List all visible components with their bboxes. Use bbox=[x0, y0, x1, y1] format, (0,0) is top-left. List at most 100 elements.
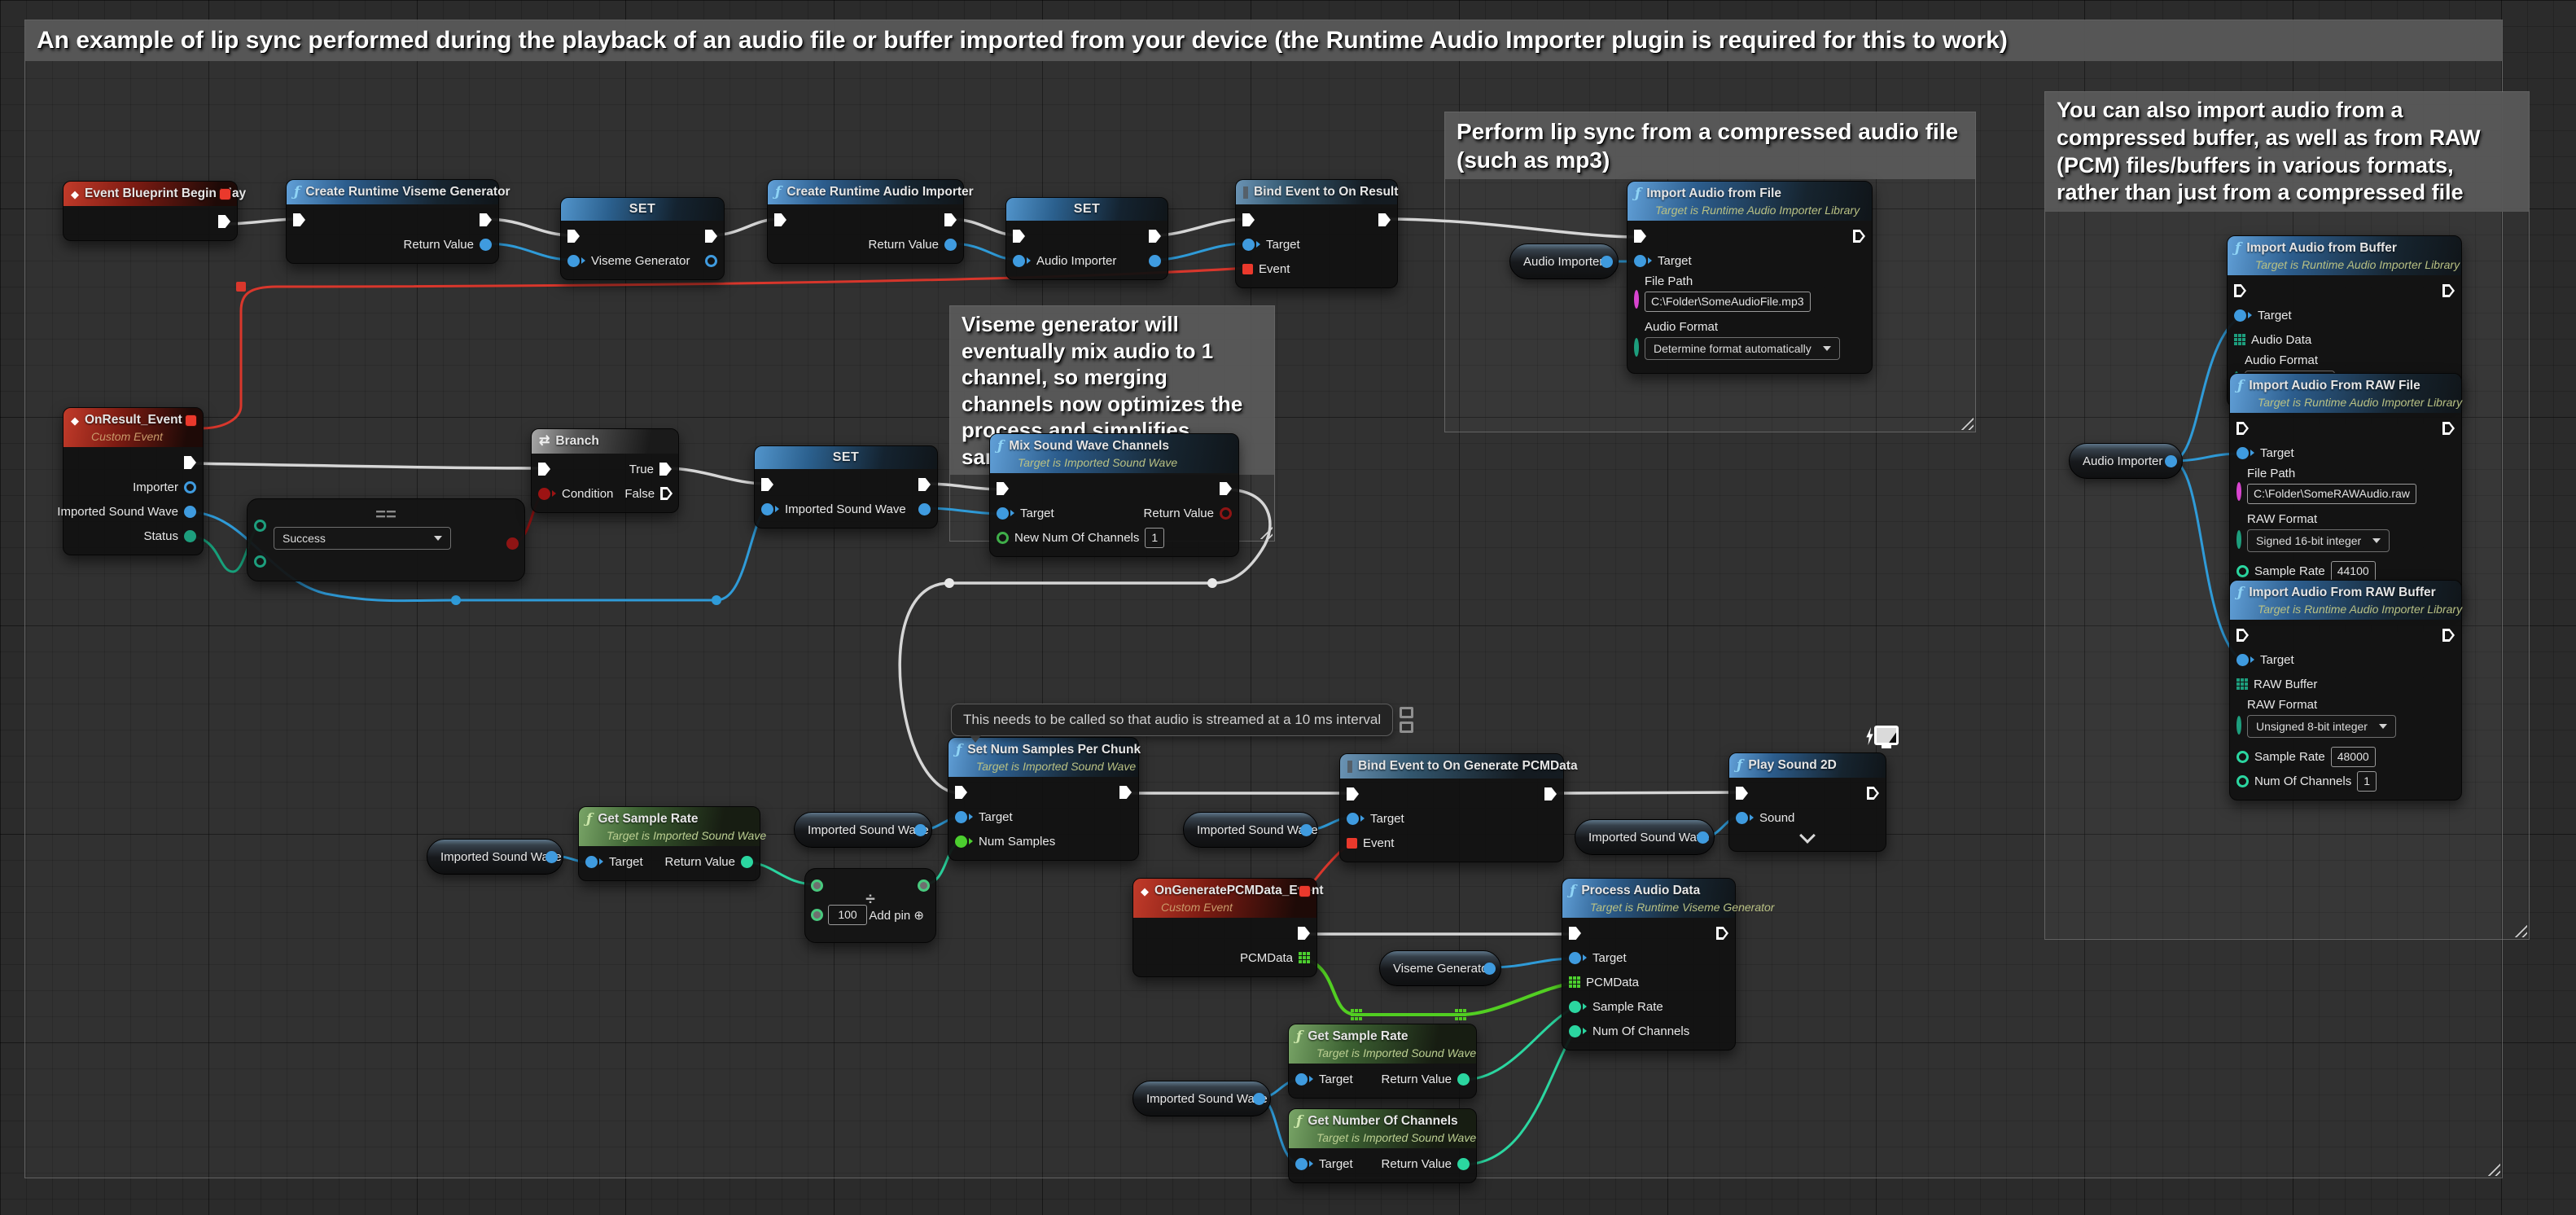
pin-exec-pin[interactable] bbox=[538, 463, 550, 476]
delegate-pin[interactable] bbox=[186, 415, 196, 426]
node-header-import-audio-from-file[interactable]: ƒImport Audio from FileTarget is Runtime… bbox=[1628, 182, 1872, 221]
sample-rate-pin[interactable] bbox=[2236, 565, 2249, 577]
out-exec-pin[interactable] bbox=[1119, 786, 1132, 799]
event-pin[interactable] bbox=[1242, 264, 1253, 274]
raw-buffer-pin[interactable] bbox=[2236, 678, 2248, 690]
new-num-of-channels-value-box[interactable]: 1 bbox=[1145, 528, 1164, 548]
node-import-audio-from-file[interactable]: ƒImport Audio from FileTarget is Runtime… bbox=[1627, 181, 1873, 374]
audio-importer-pin[interactable] bbox=[1013, 255, 1025, 267]
file-path-textbox[interactable]: C:\Folder\SomeAudioFile.mp3 bbox=[1645, 292, 1811, 312]
node-header-set-viseme-generator[interactable]: SET bbox=[561, 198, 724, 221]
divide-input-pin-2[interactable] bbox=[811, 909, 823, 921]
target-pin[interactable] bbox=[997, 507, 1009, 520]
node-create-runtime-audio-importer[interactable]: ƒCreate Runtime Audio ImporterReturn Val… bbox=[767, 179, 964, 264]
equal-input-pin-2[interactable] bbox=[254, 555, 266, 568]
target-pin[interactable] bbox=[955, 811, 967, 823]
node-play-sound-2d[interactable]: ƒPlay Sound 2DSound bbox=[1728, 752, 1886, 852]
node-bind-event-to-on-result[interactable]: Bind Event to On ResultTargetEvent bbox=[1235, 179, 1398, 288]
raw-format-dropdown[interactable]: Signed 16-bit integer bbox=[2247, 529, 2390, 552]
out-exec-pin[interactable] bbox=[1853, 230, 1865, 243]
condition-pin[interactable] bbox=[538, 488, 550, 500]
return-value-pin[interactable] bbox=[1457, 1158, 1470, 1170]
false-exec-pin[interactable] bbox=[660, 487, 672, 500]
out-exec-pin[interactable] bbox=[184, 456, 196, 469]
out-exec-pin[interactable] bbox=[944, 213, 957, 226]
node-header-get-sample-rate-1[interactable]: ƒGet Sample RateTarget is Imported Sound… bbox=[579, 807, 760, 846]
node-header-set-imported-sound-wave[interactable]: SET bbox=[755, 446, 937, 469]
pcmdata-pin[interactable] bbox=[1569, 976, 1580, 988]
comment-mp3-header[interactable]: Perform lip sync from a compressed audio… bbox=[1445, 112, 1975, 179]
expand-chevron-icon[interactable] bbox=[1799, 827, 1816, 844]
blue-pin[interactable] bbox=[918, 503, 931, 515]
sound-pin[interactable] bbox=[1736, 812, 1748, 824]
imported-sound-wave-pin[interactable] bbox=[184, 506, 196, 518]
out-exec-pin[interactable] bbox=[1716, 927, 1728, 940]
pin-exec-pin[interactable] bbox=[1242, 213, 1255, 226]
target-pin[interactable] bbox=[585, 856, 598, 868]
target-pin[interactable] bbox=[1347, 813, 1359, 825]
out-exec-pin[interactable] bbox=[1378, 213, 1391, 226]
node-header-branch[interactable]: ⇄Branch bbox=[532, 429, 678, 454]
pcmdata-pin[interactable] bbox=[1299, 952, 1310, 963]
divide-output-pin[interactable] bbox=[918, 879, 930, 892]
pin-exec-pin[interactable] bbox=[1347, 787, 1359, 800]
pin-exec-pin[interactable] bbox=[761, 478, 773, 491]
num-of-channels-pin[interactable] bbox=[1569, 1025, 1581, 1037]
audio-data-pin[interactable] bbox=[2234, 334, 2245, 345]
file-path-pin[interactable] bbox=[2236, 482, 2241, 501]
imported-sound-wave-pin[interactable] bbox=[545, 851, 558, 863]
node-set-num-samples-per-chunk[interactable]: ƒSet Num Samples Per ChunkTarget is Impo… bbox=[948, 737, 1139, 861]
raw-format-pin[interactable] bbox=[2236, 530, 2241, 549]
out-exec-pin[interactable] bbox=[705, 230, 717, 243]
status-pin[interactable] bbox=[184, 530, 196, 542]
blueprint-graph-canvas[interactable]: An example of lip sync performed during … bbox=[0, 0, 2576, 1215]
divide-default-value-box[interactable]: 100 bbox=[828, 905, 867, 925]
node-header-import-audio-from-buffer[interactable]: ƒImport Audio from BufferTarget is Runti… bbox=[2228, 236, 2461, 275]
audio-format-pin[interactable] bbox=[1634, 338, 1639, 357]
variable-pill-imported-sound-wave-15[interactable]: Imported Sound Wave bbox=[1183, 812, 1318, 848]
num-of-channels-pin[interactable] bbox=[2236, 775, 2249, 787]
node-header-play-sound-2d[interactable]: ƒPlay Sound 2D bbox=[1729, 753, 1886, 778]
sample-rate-value-box[interactable]: 44100 bbox=[2331, 561, 2376, 581]
imported-sound-wave-pin[interactable] bbox=[1253, 1093, 1265, 1105]
out-exec-pin[interactable] bbox=[918, 478, 931, 491]
comment-mp3-resize-handle[interactable] bbox=[1958, 415, 1974, 430]
divide-input-pin-1[interactable] bbox=[811, 879, 823, 892]
return-value-pin[interactable] bbox=[944, 239, 957, 251]
imported-sound-wave-pin[interactable] bbox=[1697, 831, 1709, 844]
pin-exec-pin[interactable] bbox=[1569, 927, 1581, 940]
pin-exec-pin[interactable] bbox=[1736, 787, 1748, 800]
target-pin[interactable] bbox=[2236, 654, 2249, 666]
variable-pill-imported-sound-wave-14[interactable]: Imported Sound Wave bbox=[794, 812, 932, 848]
target-pin[interactable] bbox=[1295, 1158, 1308, 1170]
out-exec-pin[interactable] bbox=[2442, 629, 2455, 642]
node-comment-bubble[interactable]: This needs to be called so that audio is… bbox=[951, 704, 1393, 736]
out-exec-pin[interactable] bbox=[1298, 927, 1310, 940]
raw-format-dropdown[interactable]: Unsigned 8-bit integer bbox=[2247, 715, 2396, 738]
out-exec-pin[interactable] bbox=[1867, 787, 1879, 800]
pin-exec-pin[interactable] bbox=[997, 482, 1009, 495]
variable-pill-imported-sound-wave-17[interactable]: Imported Sound Wave bbox=[427, 839, 563, 875]
node-header-mix-sound-wave-channels[interactable]: ƒMix Sound Wave ChannelsTarget is Import… bbox=[990, 434, 1238, 473]
node-create-runtime-viseme-generator[interactable]: ƒCreate Runtime Viseme GeneratorReturn V… bbox=[286, 179, 499, 264]
node-header-import-audio-from-raw-buffer[interactable]: ƒImport Audio From RAW BufferTarget is R… bbox=[2230, 581, 2461, 620]
variable-pill-audio-importer-6[interactable]: Audio Importer bbox=[1509, 243, 1619, 279]
node-process-audio-data[interactable]: ƒProcess Audio DataTarget is Runtime Vis… bbox=[1562, 878, 1736, 1051]
pin-icon[interactable] bbox=[1400, 707, 1413, 718]
file-path-textbox[interactable]: C:\Folder\SomeRAWAudio.raw bbox=[2247, 484, 2416, 504]
comment-right-header[interactable]: You can also import audio from a compres… bbox=[2045, 92, 2529, 212]
out-exec-pin[interactable] bbox=[2442, 284, 2455, 297]
target-pin[interactable] bbox=[2234, 309, 2246, 322]
node-import-audio-from-raw-buffer[interactable]: ƒImport Audio From RAW BufferTarget is R… bbox=[2229, 580, 2462, 800]
node-header-bind-event-to-on-generate-pcmdata[interactable]: Bind Event to On Generate PCMData bbox=[1340, 754, 1563, 779]
node-get-sample-rate-1[interactable]: ƒGet Sample RateTarget is Imported Sound… bbox=[578, 806, 760, 881]
out-exec-pin[interactable] bbox=[2442, 422, 2455, 435]
node-get-number-of-channels[interactable]: ƒGet Number Of ChannelsTarget is Importe… bbox=[1288, 1108, 1477, 1183]
comment-main-header[interactable]: An example of lip sync performed during … bbox=[25, 20, 2502, 61]
audio-importer-pin[interactable] bbox=[1601, 256, 1613, 268]
out-exec-pin[interactable] bbox=[218, 215, 230, 228]
target-pin[interactable] bbox=[1634, 255, 1646, 267]
node-header-import-audio-from-raw-file[interactable]: ƒImport Audio From RAW FileTarget is Run… bbox=[2230, 374, 2461, 413]
imported-sound-wave-pin[interactable] bbox=[914, 824, 927, 836]
node-header-bind-event-to-on-result[interactable]: Bind Event to On Result bbox=[1236, 180, 1397, 204]
